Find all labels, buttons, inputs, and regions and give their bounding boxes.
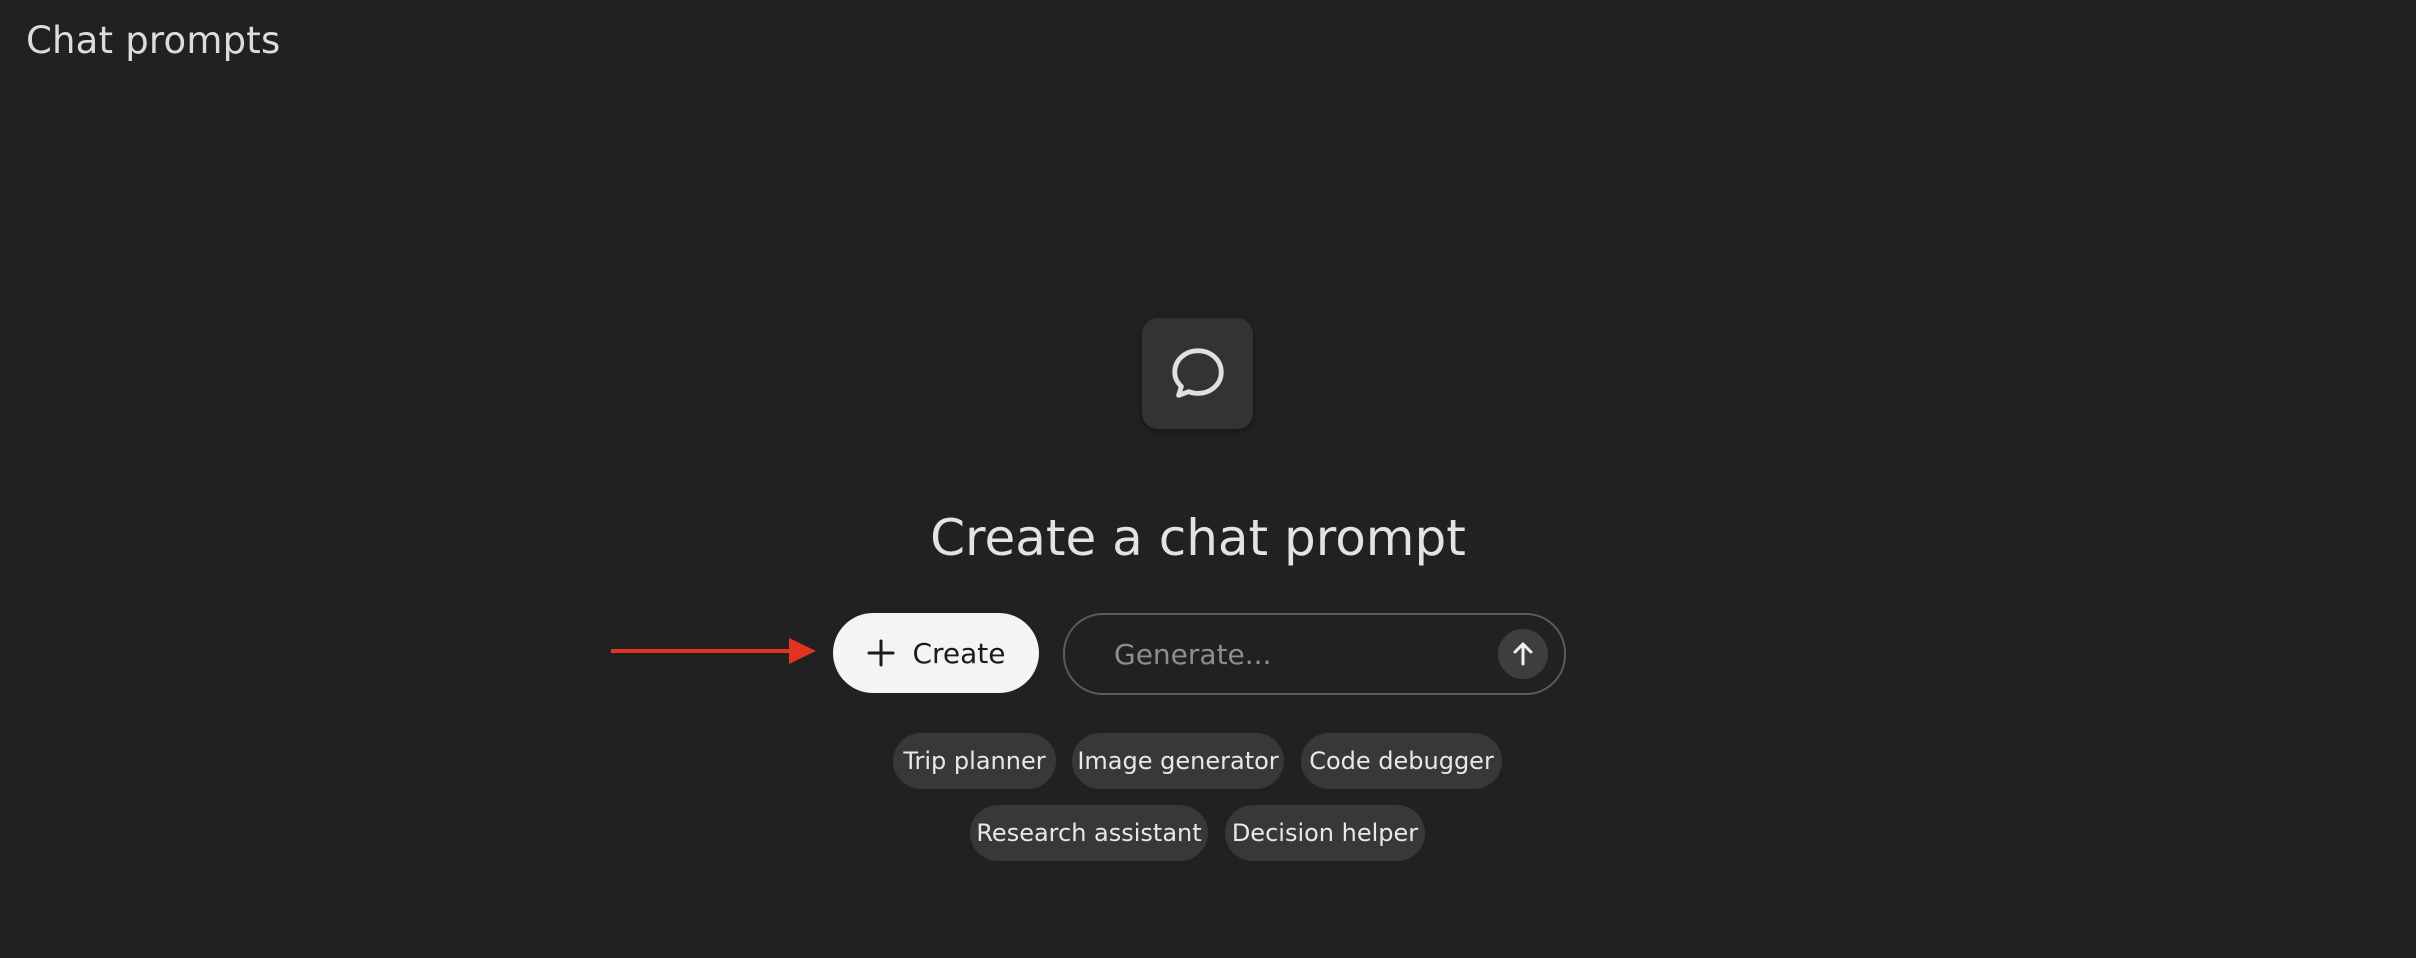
chat-bubble-icon: [1171, 347, 1224, 398]
generate-input[interactable]: [1112, 623, 1476, 685]
suggestion-chip-code-debugger[interactable]: Code debugger: [1301, 733, 1502, 789]
suggestion-chip-research-assistant[interactable]: Research assistant: [970, 805, 1208, 861]
chat-prompt-tile: [1142, 318, 1253, 429]
plus-icon: [867, 639, 895, 667]
empty-state-headline: Create a chat prompt: [930, 509, 1466, 567]
suggestion-chip-trip-planner[interactable]: Trip planner: [893, 733, 1056, 789]
create-button[interactable]: Create: [833, 613, 1039, 693]
page: Chat prompts Create a chat prompt Create…: [0, 0, 2416, 958]
generate-field: [1063, 613, 1566, 695]
suggestion-chip-image-generator[interactable]: Image generator: [1072, 733, 1284, 789]
red-arrow-annotation: [611, 638, 816, 664]
page-title: Chat prompts: [26, 19, 281, 62]
create-button-label: Create: [912, 636, 1006, 670]
arrow-up-icon: [1513, 642, 1533, 666]
suggestion-chip-decision-helper[interactable]: Decision helper: [1225, 805, 1425, 861]
send-button[interactable]: [1498, 629, 1548, 679]
